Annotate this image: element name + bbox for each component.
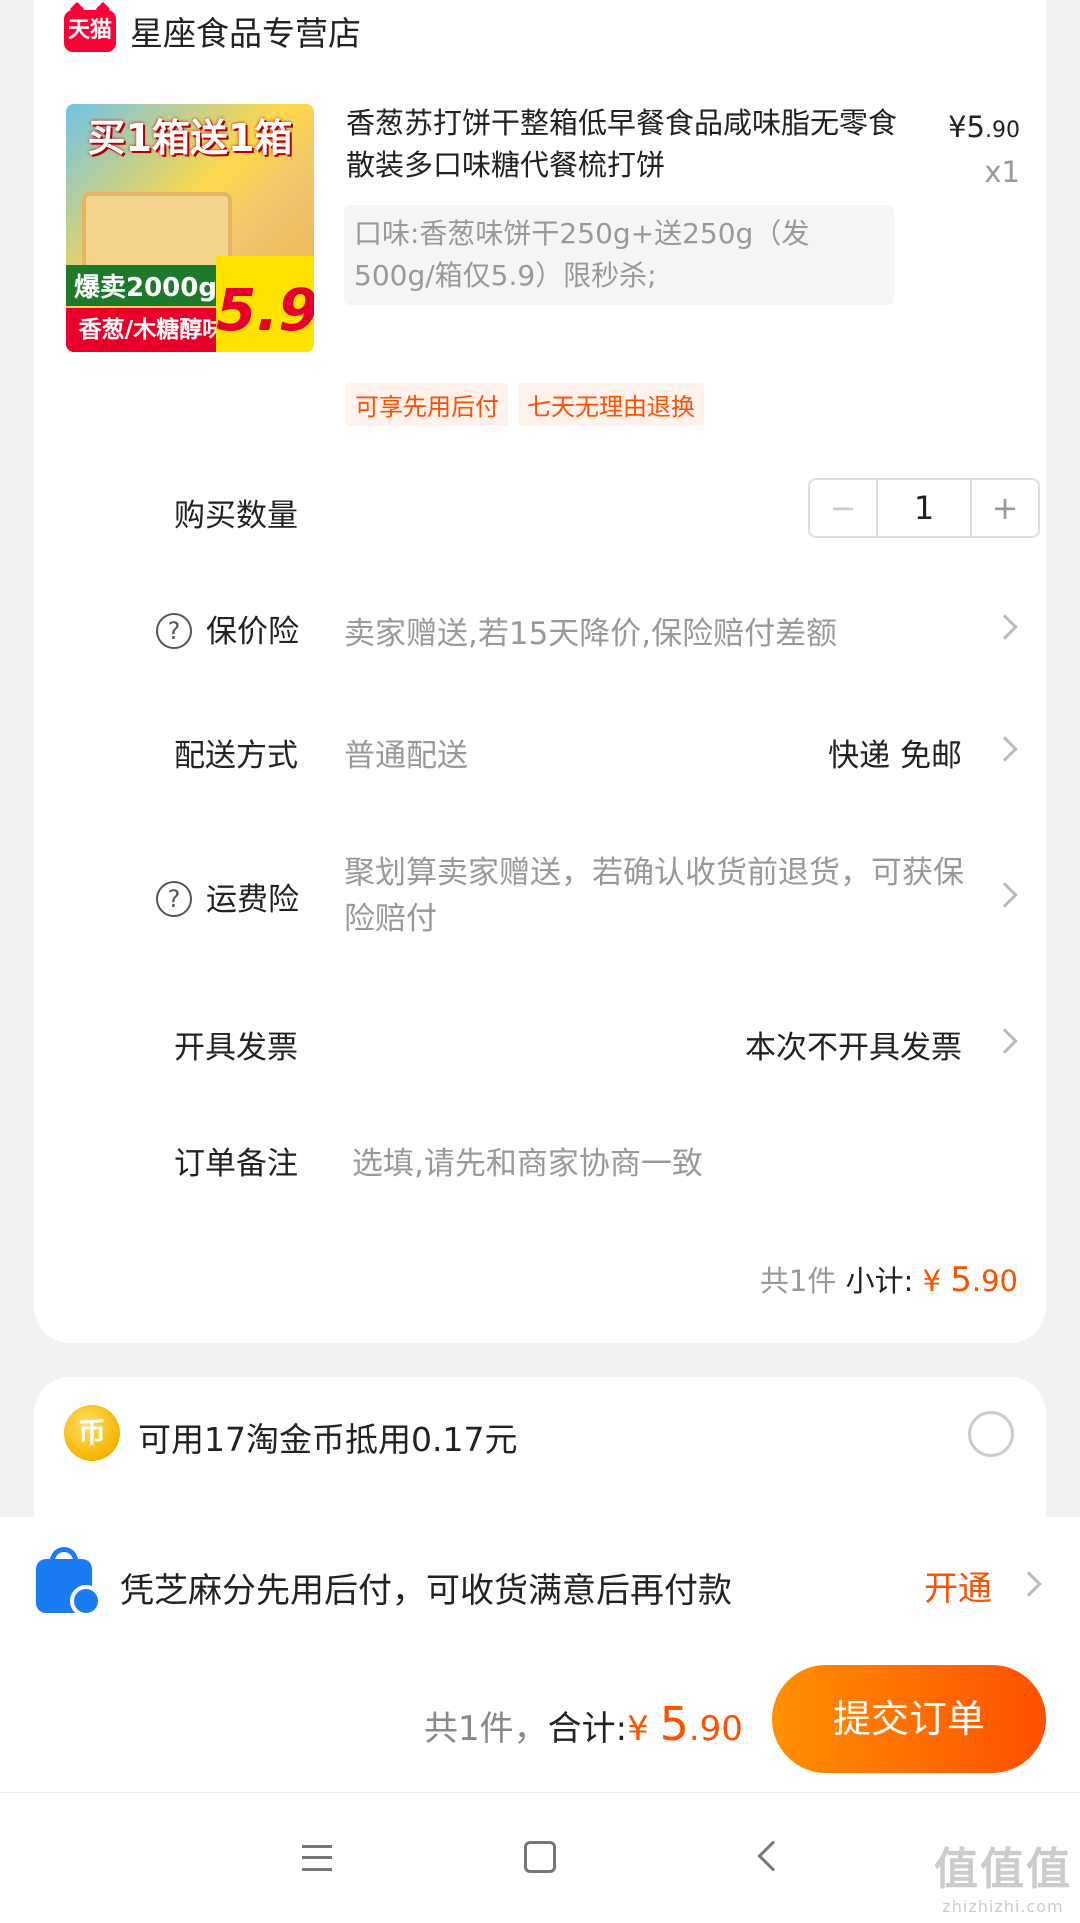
subtotal: 共1件 小计: ¥ 5.90 bbox=[760, 1258, 1018, 1300]
price-ins-value: 卖家赠送,若15天降价,保险赔付差额 bbox=[344, 616, 838, 652]
shop-name[interactable]: 星座食品专营店 bbox=[130, 7, 361, 55]
product-price: ¥5.90 bbox=[948, 110, 1020, 144]
freight-ins-row[interactable]: ? 运费险 bbox=[156, 874, 299, 920]
total-symbol: ¥ bbox=[627, 1709, 649, 1749]
note-label: 订单备注 bbox=[174, 1146, 298, 1182]
service-tags: 可享先用后付 七天无理由退换 bbox=[346, 383, 704, 426]
delivery-right[interactable]: 快递 免邮 bbox=[828, 730, 962, 775]
quantity-stepper: − 1 + bbox=[808, 478, 1040, 538]
zhima-pay-later-text: 凭芝麻分先用后付，可收货满意后再付款 bbox=[120, 1571, 732, 1611]
image-sold-text: 爆卖2000g bbox=[66, 265, 225, 306]
image-banner-text: 买1箱送1箱 bbox=[87, 116, 293, 160]
product-quantity: x1 bbox=[984, 155, 1020, 189]
total-count: 共1件， bbox=[424, 1709, 548, 1749]
tag-7day-return: 七天无理由退换 bbox=[518, 383, 704, 426]
tag-pay-later: 可享先用后付 bbox=[346, 383, 508, 426]
total-dec: .90 bbox=[688, 1709, 743, 1749]
price-int: 5 bbox=[966, 110, 985, 144]
home-icon[interactable] bbox=[524, 1841, 556, 1873]
shopping-bag-icon bbox=[36, 1547, 102, 1617]
watermark: 值值值 zhizhizhi.com bbox=[934, 1833, 1072, 1916]
coin-card: 币 可用17淘金币抵用0.17元 bbox=[34, 1377, 1046, 1517]
image-flavor-text: 香葱/木糖醇味 bbox=[66, 308, 238, 352]
order-item-card: 天猫 星座食品专营店 买1箱送1箱 爆卖2000g 香葱/木糖醇味 5.9 香葱… bbox=[34, 0, 1046, 1343]
submit-order-button[interactable]: 提交订单 bbox=[772, 1665, 1046, 1773]
question-icon[interactable]: ? bbox=[156, 880, 192, 917]
invoice-value[interactable]: 本次不开具发票 bbox=[745, 1022, 962, 1067]
shop-header[interactable]: 天猫 星座食品专营店 bbox=[64, 6, 361, 56]
back-icon[interactable] bbox=[757, 1840, 789, 1872]
product-title[interactable]: 香葱苏打饼干整箱低早餐食品咸味脂无零食散装多口味糖代餐梳打饼 bbox=[346, 102, 906, 186]
image-price-text: 5.9 bbox=[216, 256, 314, 352]
qty-minus-button[interactable]: − bbox=[810, 480, 878, 536]
bottom-bar: 凭芝麻分先用后付，可收货满意后再付款 开通 共1件，合计:¥ 5.90 提交订单 bbox=[0, 1517, 1080, 1792]
menu-icon[interactable] bbox=[302, 1845, 332, 1871]
watermark-sub: zhizhizhi.com bbox=[942, 1897, 1064, 1916]
subtotal-symbol: ¥ bbox=[922, 1264, 942, 1298]
open-pay-later-link[interactable]: 开通 bbox=[924, 1561, 992, 1610]
chevron-right-icon bbox=[992, 614, 1018, 640]
freight-ins-value: 聚划算卖家赠送，若确认收货前退货，可获保险赔付 bbox=[344, 855, 964, 937]
chevron-right-icon bbox=[992, 1028, 1018, 1054]
order-total: 共1件，合计:¥ 5.90 bbox=[424, 1697, 743, 1751]
total-int: 5 bbox=[659, 1697, 689, 1751]
delivery-label: 配送方式 bbox=[174, 738, 298, 774]
price-ins-label: 保价险 bbox=[206, 614, 299, 650]
price-ins-row[interactable]: ? 保价险 bbox=[156, 606, 299, 652]
total-label: 合计: bbox=[547, 1709, 628, 1749]
sku-box[interactable]: 口味:香葱味饼干250g+送250g（发500g/箱仅5.9）限秒杀; bbox=[344, 205, 894, 305]
watermark-main: 值值值 bbox=[934, 1844, 1072, 1895]
delivery-value: 普通配送 bbox=[344, 738, 468, 774]
question-icon[interactable]: ? bbox=[156, 612, 192, 649]
tmall-badge-icon: 天猫 bbox=[64, 10, 116, 52]
subtotal-int: 5 bbox=[950, 1260, 972, 1300]
price-symbol: ¥ bbox=[948, 110, 967, 144]
subtotal-dec: .90 bbox=[971, 1264, 1018, 1298]
subtotal-count: 共1件 bbox=[759, 1264, 837, 1298]
qty-label: 购买数量 bbox=[174, 498, 298, 534]
coin-radio-button[interactable] bbox=[968, 1411, 1014, 1457]
freight-ins-label: 运费险 bbox=[206, 882, 299, 918]
note-input[interactable]: 选填,请先和商家协商一致 bbox=[352, 1138, 703, 1183]
total-amount: ¥ 5.90 bbox=[627, 1697, 743, 1751]
chevron-right-icon bbox=[1016, 1571, 1042, 1597]
chevron-right-icon bbox=[992, 882, 1018, 908]
coin-text: 可用17淘金币抵用0.17元 bbox=[138, 1420, 518, 1459]
invoice-label: 开具发票 bbox=[174, 1030, 298, 1066]
qty-plus-button[interactable]: + bbox=[970, 480, 1038, 536]
taobao-coin-icon: 币 bbox=[64, 1405, 120, 1461]
subtotal-amount: ¥ 5.90 bbox=[922, 1260, 1018, 1300]
qty-input[interactable]: 1 bbox=[878, 480, 970, 536]
bag-drop bbox=[70, 1585, 102, 1617]
product-image[interactable]: 买1箱送1箱 爆卖2000g 香葱/木糖醇味 5.9 bbox=[66, 104, 314, 352]
chevron-right-icon bbox=[992, 736, 1018, 762]
system-nav-bar: 值值值 zhizhizhi.com bbox=[0, 1792, 1080, 1923]
price-dec: .90 bbox=[985, 118, 1020, 143]
subtotal-label: 小计: bbox=[845, 1264, 914, 1298]
